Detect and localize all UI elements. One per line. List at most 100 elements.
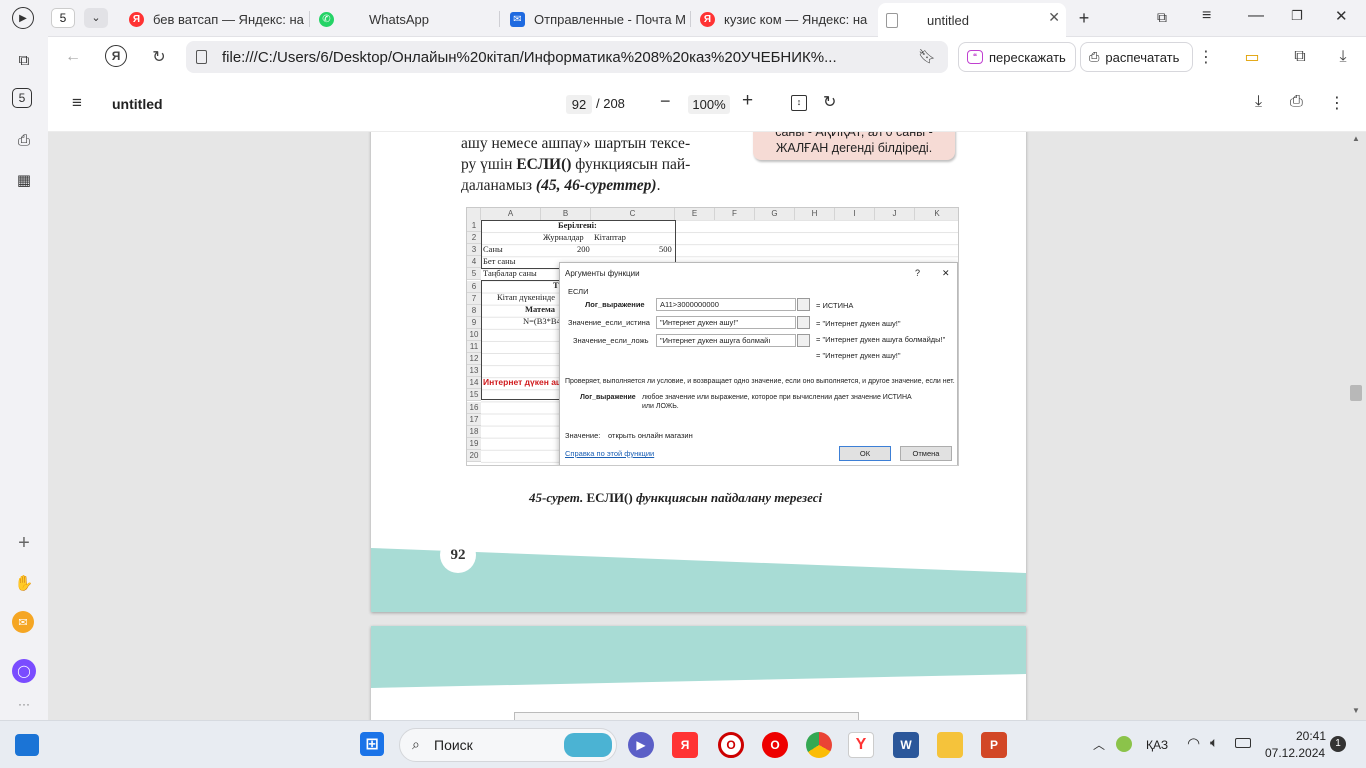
tab-yandex-search-2[interactable]: Я кузис ком — Яндекс: на	[692, 5, 874, 33]
arg3-input[interactable]: "Интернет дукен ашуга болмайı	[656, 334, 796, 347]
file-explorer-icon[interactable]	[937, 732, 963, 758]
fit-page-icon[interactable]: ↕	[791, 95, 807, 111]
tab-strip: 5 ⌄ Я бев ватсап — Яндекс: на ✆ WhatsApp…	[0, 0, 1366, 37]
wifi-icon[interactable]: ◠	[1187, 734, 1200, 752]
notifications-badge[interactable]: 1	[1330, 736, 1346, 752]
tab-list-dropdown-icon[interactable]: ⌄	[84, 8, 108, 28]
volume-icon[interactable]: 🔈︎	[1210, 734, 1218, 751]
arg3-label: Значение_если_ложь	[573, 336, 649, 345]
chrome-icon[interactable]	[806, 732, 832, 758]
opera-gx-icon[interactable]: O	[718, 732, 744, 758]
tab-untitled-pdf[interactable]: untitled ✕	[878, 3, 1066, 37]
video-call-icon[interactable]: ▶	[628, 732, 654, 758]
rotate-icon[interactable]: ↻	[823, 92, 836, 112]
opera-icon[interactable]: O	[762, 732, 788, 758]
hand-icon[interactable]: ✋	[12, 571, 36, 595]
address-bar[interactable]: file:///C:/Users/6/Desktop/Онлайын%20кіт…	[186, 41, 948, 73]
arg1-range-picker-icon[interactable]	[797, 298, 810, 311]
tab-yandex-search-1[interactable]: Я бев ватсап — Яндекс: на	[121, 5, 309, 33]
collections-icon[interactable]: ⧉	[1157, 9, 1167, 26]
retell-button[interactable]: ❝ перескажать	[958, 42, 1076, 72]
yandex-logo-icon[interactable]: Я	[105, 45, 127, 67]
yandex-app-icon[interactable]: Я	[672, 732, 698, 758]
word-icon[interactable]: W	[893, 732, 919, 758]
page-number-input[interactable]: 92	[566, 95, 592, 114]
apps-grid-icon[interactable]: ▦	[12, 168, 36, 192]
function-name: ЕСЛИ	[568, 287, 589, 296]
close-tab-icon[interactable]: ✕	[1048, 9, 1060, 26]
play-icon[interactable]: ▶	[12, 7, 34, 29]
dialog-title: Аргументы функции	[565, 269, 640, 278]
note-line-1: саны - АҚИҚАТ, ал 0 саны -	[775, 132, 933, 139]
arg2-range-picker-icon[interactable]	[797, 316, 810, 329]
reload-icon[interactable]: ↻	[147, 45, 171, 69]
book-text-line-1: ашу немесе ашпау» шартын тексе-	[461, 135, 691, 152]
zoom-out-icon[interactable]: −	[660, 91, 671, 112]
clock-time[interactable]: 20:41	[1296, 729, 1326, 743]
arg2-input[interactable]: "Интернет дукен ашу!"	[656, 316, 796, 329]
ok-button[interactable]: ОК	[839, 446, 891, 461]
arg3-result: = "Интернет дукен ашуга болмайды!"	[816, 335, 946, 344]
dialog-help-button[interactable]: ?	[915, 268, 920, 278]
download-icon[interactable]: ⤓	[1331, 45, 1355, 69]
note-box: саны - АҚИҚАТ, ал 0 саны - ЖАЛҒАН дегенд…	[753, 132, 955, 160]
help-link[interactable]: Справка по этой функции	[565, 449, 654, 458]
scrollbar-thumb[interactable]	[1350, 385, 1362, 401]
tray-app-icon[interactable]	[1116, 736, 1132, 752]
tray-overflow-icon[interactable]: ︿	[1093, 736, 1105, 753]
arg3-range-picker-icon[interactable]	[797, 334, 810, 347]
arg1-input[interactable]: A11>3000000000	[656, 298, 796, 311]
download-pdf-icon[interactable]: ⤓	[1255, 93, 1262, 111]
windows-start-icon[interactable]: ⊞	[360, 732, 384, 756]
more-options-icon[interactable]: ⋮	[1194, 45, 1218, 69]
pdf-more-icon[interactable]: ⋮	[1329, 93, 1345, 113]
yandex-browser-icon[interactable]: Y	[848, 732, 874, 758]
close-window-icon[interactable]: ✕	[1335, 7, 1348, 25]
tab-label: Отправленные - Почта M	[534, 11, 687, 27]
tabs-overview-icon[interactable]: ⧉	[12, 48, 36, 72]
powerpoint-icon[interactable]: P	[981, 732, 1007, 758]
tab-mail-sent[interactable]: ✉ Отправленные - Почта M	[502, 5, 690, 33]
excel-screenshot: A B C E F G H I J K 1 2 3 4 5 6 7 8 9 10 11 12 13 14 1…	[466, 207, 959, 466]
minimize-icon[interactable]: —	[1248, 7, 1264, 25]
print-icon[interactable]: ⎙	[1290, 93, 1303, 111]
row-header: 20	[467, 449, 481, 462]
more-icon[interactable]: ···	[12, 692, 36, 716]
sidebar-counter[interactable]: 5	[12, 88, 32, 108]
bookmark-icon[interactable]: 🔖︎	[918, 48, 936, 65]
screenshot-icon[interactable]: ⎙	[12, 128, 36, 152]
next-page-table-hint	[514, 712, 859, 720]
battery-icon[interactable]: ▭	[1240, 45, 1264, 69]
zoom-level-input[interactable]: 100%	[688, 95, 730, 114]
mail-app-icon[interactable]: ✉	[12, 611, 34, 633]
menu-icon[interactable]: ≡	[1202, 7, 1211, 25]
add-icon[interactable]: +	[12, 531, 36, 555]
alice-icon[interactable]: ◯	[12, 659, 36, 683]
pdf-viewer[interactable]: — — —— — — —— — — —— — —— — ашу немесе а…	[48, 132, 1366, 720]
print-page-button[interactable]: ⎙ распечатать	[1080, 42, 1193, 72]
mail-icon: ✉	[510, 11, 525, 27]
row-header: 10	[467, 328, 481, 341]
back-icon[interactable]: ←	[61, 45, 85, 69]
new-tab-button[interactable]: +	[1073, 7, 1095, 29]
col-header: K	[915, 208, 958, 220]
arg1-label: Лог_выражение	[585, 300, 645, 309]
clock-date[interactable]: 07.12.2024	[1265, 746, 1325, 760]
dialog-close-icon[interactable]: ✕	[942, 268, 950, 279]
zoom-in-icon[interactable]: +	[742, 90, 753, 112]
scroll-up-icon[interactable]: ▲	[1352, 134, 1360, 143]
tab-counter[interactable]: 5	[51, 8, 75, 28]
lower-table-border	[481, 280, 561, 400]
language-indicator[interactable]: ҚАЗ	[1146, 738, 1168, 752]
battery-tray-icon[interactable]	[1235, 738, 1251, 748]
widgets-icon[interactable]	[15, 734, 39, 756]
taskbar-search-input[interactable]: ⌕ Поиск	[399, 728, 617, 762]
scroll-down-icon[interactable]: ▼	[1352, 706, 1360, 715]
cell-c3: 500	[659, 244, 672, 254]
cancel-button[interactable]: Отмена	[900, 446, 952, 461]
printer-icon: ⎙	[1089, 49, 1100, 64]
extensions-icon[interactable]: ⧉	[1288, 45, 1312, 69]
pdf-menu-icon[interactable]: ≡	[72, 93, 82, 113]
restore-icon[interactable]: ❐	[1291, 8, 1303, 24]
tab-whatsapp[interactable]: ✆ WhatsApp	[311, 5, 499, 33]
